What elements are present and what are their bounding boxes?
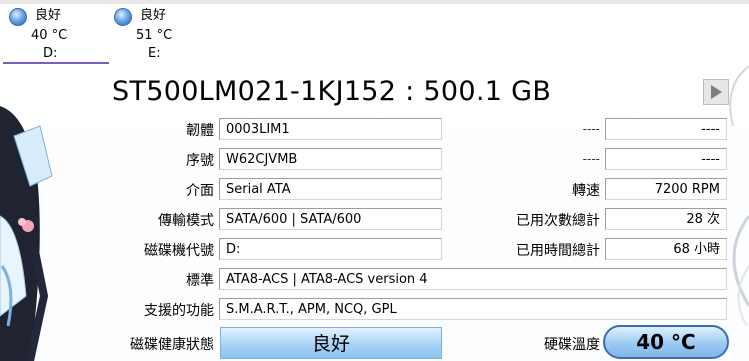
serial-label: 序號 [186,153,214,169]
transfer-mode-label: 傳輸模式 [158,213,214,229]
blank-value-1: ---- [605,118,727,140]
temperature-button[interactable]: 40 °C [603,325,729,359]
next-disk-button[interactable] [703,79,729,105]
drive-tab-temp: 40 °C [31,28,68,43]
active-tab-indicator [3,62,109,64]
blank-label-1: ---- [582,122,600,136]
disk-model-title: ST500LM021-1KJ152 : 500.1 GB [112,76,552,107]
interface-label: 介面 [186,183,214,199]
drive-letter-label: 磁碟機代號 [144,243,214,259]
temperature-label: 硬碟溫度 [544,337,600,353]
serial-value: W62CJVMB [219,148,442,170]
health-status-button[interactable]: 良好 [220,327,442,359]
rotation-rate-label: 轉速 [572,183,600,199]
firmware-value: 0003LIM1 [219,118,442,140]
drive-tab-status: 良好 [35,8,62,23]
play-arrow-icon [711,85,722,99]
features-label: 支援的功能 [144,303,214,319]
standard-value: ATA8-ACS | ATA8-ACS version 4 [219,268,727,290]
power-on-hours-value: 68 小時 [605,238,727,260]
rotation-rate-value: 7200 RPM [605,178,727,200]
power-on-count-value: 28 次 [605,208,727,230]
power-on-hours-label: 已用時間總計 [516,243,600,259]
standard-label: 標準 [186,273,214,289]
health-orb-icon [9,8,27,26]
drive-tabs-bar: 良好 40 °C D: 良好 51 °C E: [0,0,749,66]
drive-tab-letter: E: [148,46,161,61]
drive-tab-e[interactable]: 良好 51 °C E: [108,6,212,64]
interface-value: Serial ATA [219,178,442,200]
health-orb-icon [114,8,132,26]
health-status-label: 磁碟健康狀態 [130,337,214,353]
drive-tab-letter: D: [43,46,58,61]
transfer-mode-value: SATA/600 | SATA/600 [219,208,442,230]
power-on-count-label: 已用次數總計 [516,213,600,229]
drive-tab-status: 良好 [140,8,167,23]
features-value: S.M.A.R.T., APM, NCQ, GPL [219,298,727,320]
drive-letter-value: D: [219,238,442,260]
drive-tab-temp: 51 °C [136,28,173,43]
drive-tab-d[interactable]: 良好 40 °C D: [3,6,107,64]
menu-strip-edge [0,0,749,4]
mascot-character-image [0,66,58,361]
firmware-label: 韌體 [186,123,214,139]
blank-value-2: ---- [605,148,727,170]
blank-label-2: ---- [582,152,600,166]
